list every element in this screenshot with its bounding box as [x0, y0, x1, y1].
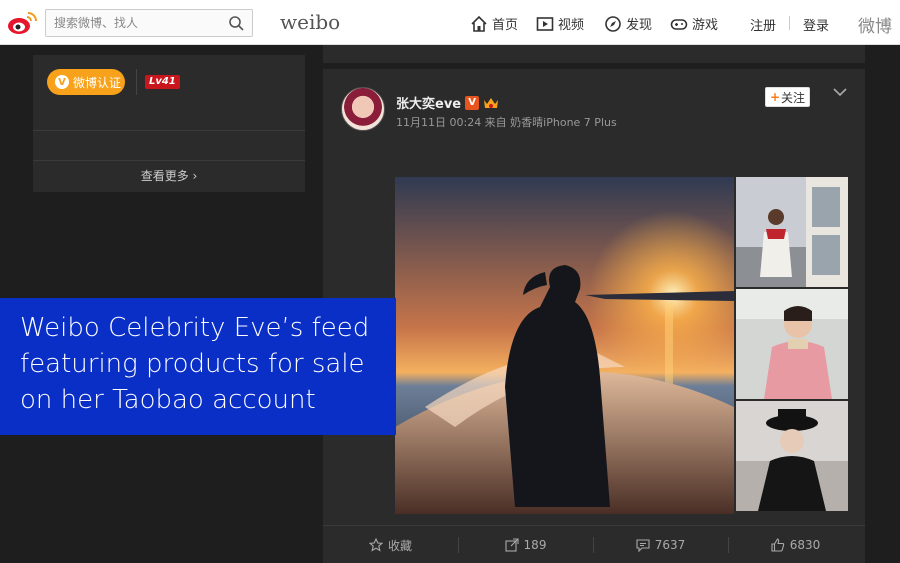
chevron-down-icon[interactable] — [833, 87, 847, 97]
favorite-label: 收藏 — [387, 538, 412, 553]
follow-label: 关注 — [781, 90, 806, 105]
favorite-button[interactable]: 收藏 — [323, 526, 458, 563]
post-photo-thumb[interactable] — [736, 289, 848, 399]
street-photo-image — [736, 177, 848, 287]
nav-item-label: 首页 — [492, 18, 519, 33]
caption-overlay: Weibo Celebrity Eve’s feed featuring pro… — [0, 298, 396, 435]
post-action-bar: 收藏 189 7637 6830 — [323, 525, 865, 563]
crown-icon[interactable] — [483, 96, 499, 110]
level-badge[interactable]: Lv41 — [145, 75, 180, 89]
nav-item-label: 视频 — [558, 18, 585, 33]
search-input[interactable] — [46, 10, 224, 36]
top-navigation-bar: weibo 首页 视频 发现 游戏 注册 登录 微博 — [0, 0, 900, 45]
thumbs-up-icon — [771, 538, 784, 552]
caption-line: on her Taobao account — [20, 385, 316, 415]
divider — [136, 69, 137, 95]
video-icon — [536, 16, 554, 31]
verified-v-icon[interactable]: V — [465, 95, 480, 110]
avatar[interactable] — [341, 87, 385, 131]
plus-icon: + — [769, 90, 781, 104]
v-icon: V — [55, 75, 69, 89]
comment-count: 7637 — [654, 538, 686, 552]
verified-label: 微博认证 — [73, 75, 122, 90]
login-link[interactable]: 登录 — [803, 15, 829, 34]
caption-line: featuring products for sale — [20, 349, 365, 379]
username-link[interactable]: 张大奕eve — [396, 93, 461, 112]
comment-button[interactable]: 7637 — [593, 526, 728, 563]
register-link[interactable]: 注册 — [750, 15, 776, 34]
post-meta: 11月11日 00:24 来自 奶香晴iPhone 7 Plus — [396, 116, 617, 129]
like-count: 6830 — [789, 538, 821, 552]
like-button[interactable]: 6830 — [728, 526, 863, 563]
nav-item-label: 发现 — [626, 18, 653, 33]
post-author: 张大奕eve V — [396, 93, 499, 112]
weibo-logo-icon[interactable] — [6, 10, 38, 36]
pink-jacket-photo-image — [736, 289, 848, 399]
nav-item-discover[interactable]: 发现 — [604, 14, 652, 33]
repost-button[interactable]: 189 — [458, 526, 593, 563]
star-icon — [368, 538, 383, 552]
follow-button[interactable]: + 关注 — [765, 87, 810, 107]
search-box — [45, 9, 253, 37]
weibo-wordmark[interactable]: weibo — [280, 10, 340, 34]
verified-badge[interactable]: V 微博认证 — [47, 69, 125, 95]
repost-count: 189 — [523, 538, 547, 552]
sunset-photo-image — [395, 177, 734, 514]
weibo-text-logo[interactable]: 微博 — [858, 12, 892, 37]
nav-item-label: 游戏 — [692, 18, 719, 33]
see-more-link[interactable]: 查看更多 › — [33, 161, 305, 192]
post-photo-thumb[interactable] — [736, 177, 848, 287]
caption-line: Weibo Celebrity Eve’s feed — [20, 313, 370, 343]
compass-icon — [605, 15, 621, 32]
gamepad-icon — [670, 18, 688, 30]
nav-item-video[interactable]: 视频 — [536, 14, 584, 33]
post-photo-main[interactable] — [395, 177, 734, 514]
nav-item-games[interactable]: 游戏 — [670, 14, 718, 33]
profile-card: V 微博认证 Lv41 查看更多 › — [33, 55, 305, 192]
divider — [33, 130, 305, 131]
black-hat-photo-image — [736, 401, 848, 511]
search-icon[interactable] — [228, 15, 244, 31]
previous-post-card — [323, 45, 865, 63]
share-icon — [504, 538, 519, 552]
comment-icon — [636, 539, 650, 552]
feed-post-card: 张大奕eve V 11月11日 00:24 来自 奶香晴iPhone 7 Plu… — [323, 69, 865, 563]
home-icon — [471, 15, 487, 32]
post-photo-thumb[interactable] — [736, 401, 848, 511]
nav-item-home[interactable]: 首页 — [470, 14, 518, 33]
divider — [789, 16, 790, 30]
